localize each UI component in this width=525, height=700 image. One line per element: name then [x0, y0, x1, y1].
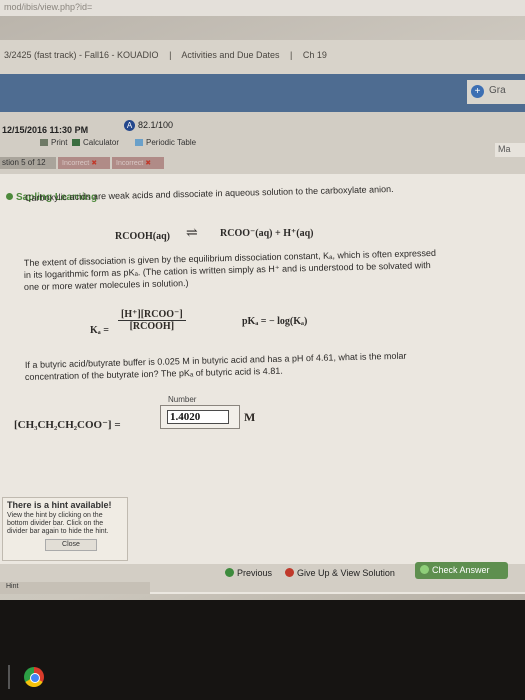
breadcrumb-course-link[interactable]: 3/2425 (fast track) - Fall16 - KOUADIO	[4, 50, 159, 60]
hint-divider-bar[interactable]: Hint	[0, 582, 150, 594]
sapling-leaf-icon	[6, 193, 13, 200]
ka-fraction: [H⁺][RCOO⁻] [RCOOH]	[118, 309, 186, 332]
answer-box	[160, 405, 240, 429]
hint-body-line: bottom divider bar. Click on the	[7, 520, 104, 527]
score-value: 82.1/100	[138, 120, 174, 130]
due-date: 12/15/2016 11:30 PM	[2, 125, 89, 135]
breadcrumb-separator: |	[169, 50, 172, 60]
tab-label: Incorrect	[116, 160, 144, 167]
equilibrium-arrow: ⇌	[186, 226, 198, 241]
score-icon: A	[124, 120, 135, 131]
grade-button[interactable]: + Gra	[467, 80, 525, 104]
address-bar[interactable]: mod/ibis/view.php?id=	[0, 0, 525, 16]
periodic-table-label: Periodic Table	[146, 138, 197, 147]
breadcrumb: 3/2425 (fast track) - Fall16 - KOUADIO |…	[0, 40, 525, 74]
monitor-bezel	[0, 600, 525, 700]
check-answer-button[interactable]: Check Answer	[415, 562, 508, 579]
previous-label: Previous	[237, 568, 273, 578]
grade-label: Gra	[489, 85, 506, 96]
answer-input[interactable]	[167, 410, 229, 424]
hint-tab-label: Hint	[6, 583, 19, 590]
printer-icon	[40, 139, 48, 146]
x-icon: ✖	[91, 160, 98, 167]
check-icon	[420, 565, 429, 574]
hint-popup: There is a hint available! View the hint…	[2, 497, 128, 561]
chrome-icon[interactable]	[24, 667, 44, 687]
previous-button[interactable]: Previous	[225, 568, 272, 578]
close-hint-button[interactable]: Close	[45, 539, 97, 551]
number-label: Number	[168, 395, 197, 404]
equation-right: RCOO⁻(aq) + H⁺(aq)	[220, 228, 314, 239]
give-up-icon	[285, 568, 294, 577]
score-display: A 82.1/100	[124, 120, 173, 131]
arrow-left-icon	[225, 568, 234, 577]
check-answer-label: Check Answer	[432, 565, 490, 575]
header-bar	[0, 74, 525, 112]
periodic-table-button[interactable]: Periodic Table	[135, 138, 196, 147]
plus-icon: +	[471, 85, 484, 98]
x-icon: ✖	[145, 160, 152, 167]
calculator-icon	[72, 139, 80, 146]
hint-body-line: View the hint by clicking on the	[7, 512, 103, 519]
attempt-tab-incorrect[interactable]: Incorrect ✖	[112, 157, 164, 169]
pka-formula: pKₐ = − log(Kₐ)	[242, 316, 308, 327]
equation-left: RCOOH(aq)	[115, 231, 170, 242]
ka-denominator: [RCOOH]	[129, 321, 175, 332]
breadcrumb-activities-link[interactable]: Activities and Due Dates	[181, 50, 279, 60]
hint-body-line: divider bar again to hide the hint.	[7, 528, 109, 535]
give-up-button[interactable]: Give Up & View Solution	[285, 568, 395, 578]
periodic-table-icon	[135, 139, 143, 146]
hint-title: There is a hint available!	[7, 500, 112, 510]
screen: mod/ibis/view.php?id= 3/2425 (fast track…	[0, 0, 525, 700]
tab-label: Incorrect	[62, 160, 90, 167]
breadcrumb-chapter[interactable]: Ch 19	[303, 50, 327, 60]
calculator-label: Calculator	[83, 138, 120, 147]
taskbar-separator	[8, 665, 10, 689]
ma-button[interactable]: Ma	[495, 143, 525, 157]
answer-expression: [CH₃CH₂CH₂COO⁻] =	[14, 419, 121, 431]
ka-label: Kₐ =	[90, 325, 109, 336]
calculator-button[interactable]: Calculator	[72, 138, 119, 147]
question-number[interactable]: stion 5 of 12	[0, 157, 56, 169]
print-button[interactable]: Print	[40, 138, 67, 147]
print-label: Print	[51, 138, 68, 147]
ka-numerator: [H⁺][RCOO⁻]	[118, 309, 186, 321]
unit-label: M	[244, 410, 256, 424]
give-up-label: Give Up & View Solution	[297, 568, 395, 578]
attempt-tab-incorrect[interactable]: Incorrect ✖	[58, 157, 110, 169]
breadcrumb-separator: |	[289, 50, 293, 60]
